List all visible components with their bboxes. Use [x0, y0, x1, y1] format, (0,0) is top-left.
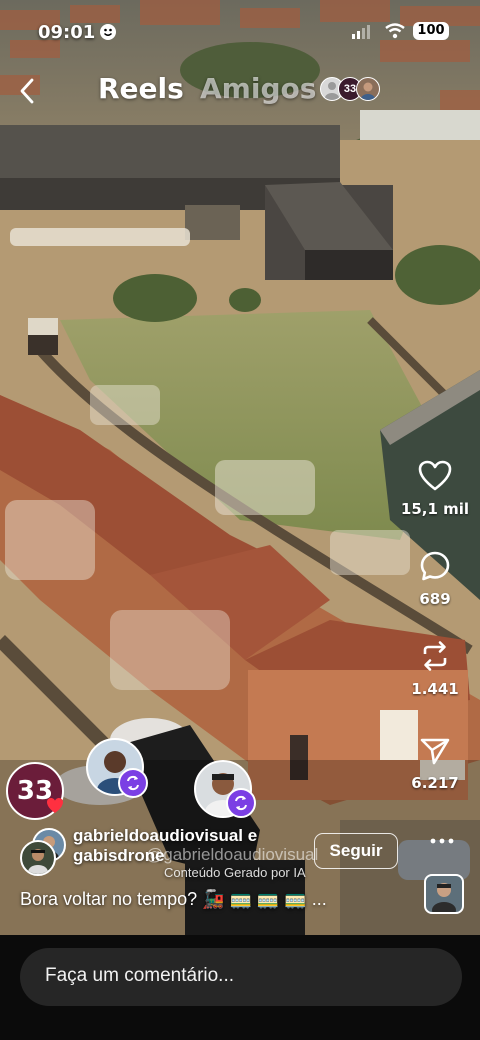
reels-header: Reels Amigos 33 [0, 72, 480, 112]
like-count: 15,1 mil [400, 500, 470, 518]
video-watermark: @gabrieldoaudiovisual [146, 845, 319, 864]
creator-names-line1[interactable]: gabrieldoaudiovisual e [73, 826, 257, 846]
battery-icon: 100 [413, 22, 449, 40]
more-options-icon[interactable] [430, 832, 454, 850]
smiley-icon [100, 24, 116, 40]
comment-bar: Faça um comentário... [0, 935, 480, 1040]
signal-icon [352, 24, 372, 43]
comment-bubble-icon[interactable] [419, 551, 451, 586]
send-icon[interactable] [419, 738, 451, 770]
friend-avatar-3[interactable] [356, 77, 380, 101]
back-icon[interactable] [18, 78, 36, 109]
battery-level: 100 [417, 23, 445, 38]
heart-icon[interactable] [418, 460, 452, 496]
ai-generated-label[interactable]: Conteúdo Gerado por IA [164, 865, 306, 880]
follow-button[interactable]: Seguir [314, 833, 398, 869]
comment-input[interactable]: Faça um comentário... [20, 948, 462, 1006]
comment-action[interactable]: 689 [400, 550, 470, 608]
like-dot-icon [46, 797, 64, 819]
follow-label: Seguir [329, 841, 383, 860]
caption-text[interactable]: Bora voltar no tempo? 🚂 🚃 🚃 🚃 ... [20, 889, 327, 910]
tab-amigos[interactable]: Amigos [200, 72, 316, 105]
share-action[interactable]: 6.217 [400, 736, 470, 792]
repost-action[interactable]: 1.441 [400, 640, 470, 698]
audio-thumbnail[interactable] [424, 874, 464, 914]
repost-icon[interactable] [419, 641, 451, 676]
status-time: 09:01 [38, 22, 96, 43]
like-action[interactable]: 15,1 mil [400, 460, 470, 518]
status-bar: 09:01 100 [0, 18, 480, 48]
comment-placeholder: Faça um comentário... [45, 965, 235, 986]
comment-count: 689 [419, 590, 451, 608]
tab-reels[interactable]: Reels [98, 72, 184, 105]
repost-count: 1.441 [411, 680, 459, 698]
wifi-icon [385, 23, 405, 43]
creator-avatar-secondary[interactable] [20, 840, 56, 876]
share-count: 6.217 [411, 774, 459, 792]
friend-badge-number: 33 [343, 83, 357, 95]
collab-badge-icon [118, 768, 148, 798]
collab-badge-icon-2 [226, 788, 256, 818]
